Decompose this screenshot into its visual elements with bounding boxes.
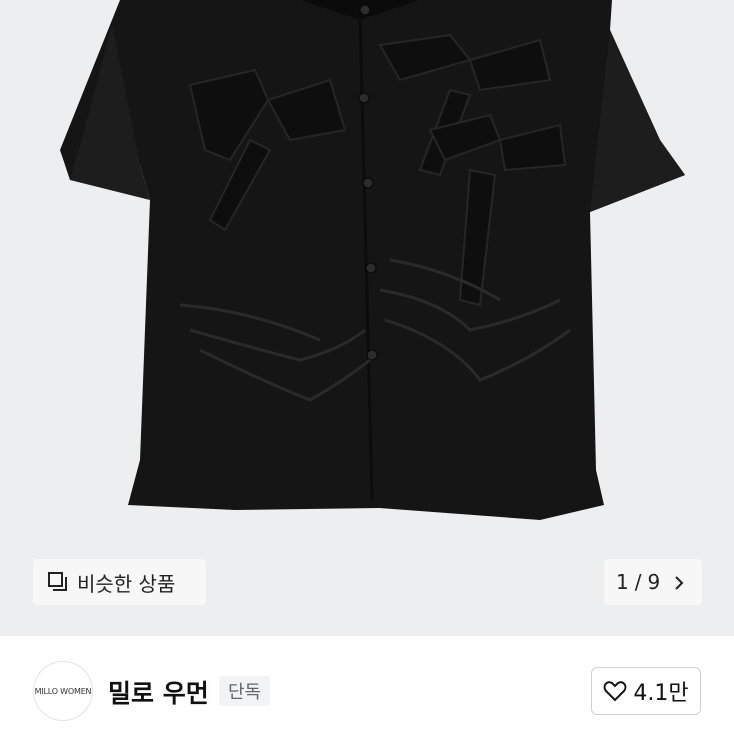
brand-logo[interactable]: MILLO WOMEN (33, 661, 93, 721)
image-pager-button[interactable]: 1 / 9 (604, 559, 702, 605)
product-image[interactable] (0, 0, 734, 636)
chevron-right-icon (672, 573, 686, 591)
like-count: 4.1만 (633, 681, 689, 706)
similar-items-label: 비슷한 상품 (77, 571, 176, 596)
heart-outline-icon (603, 680, 627, 702)
like-button[interactable]: 4.1만 (591, 667, 701, 715)
pager-total: 9 (647, 570, 661, 594)
shirt-illustration (60, 0, 685, 520)
pager-current: 1 (616, 570, 629, 594)
similar-items-button[interactable]: 비슷한 상품 (33, 559, 206, 605)
exclusive-badge: 단독 (219, 676, 271, 706)
brand-logo-text: MILLO WOMEN (34, 686, 92, 696)
brand-name[interactable]: 밀로 우먼 (108, 674, 209, 710)
similar-items-icon (47, 571, 69, 593)
pager-separator: / (634, 570, 642, 594)
